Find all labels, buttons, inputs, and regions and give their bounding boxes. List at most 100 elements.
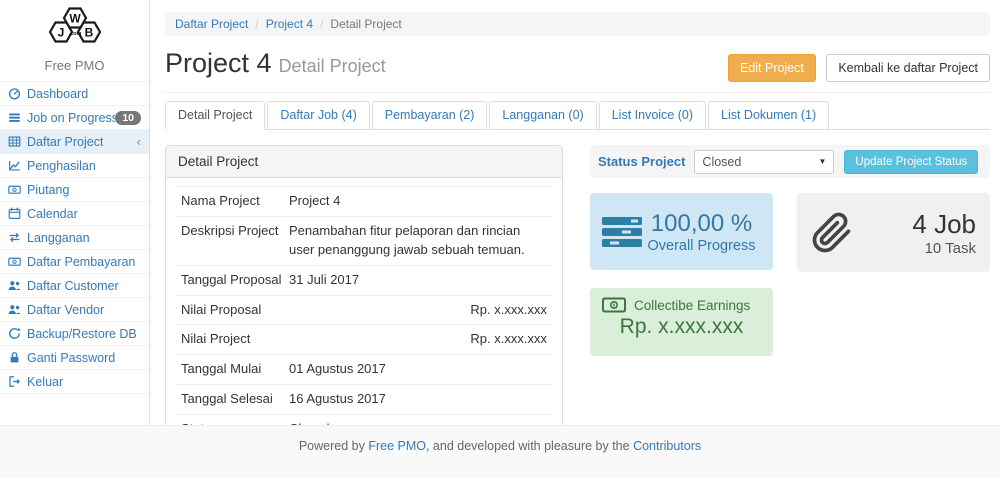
status-select-value: Closed — [702, 155, 741, 169]
breadcrumb-current: Detail Project — [330, 17, 401, 31]
caret-down-icon: ▼ — [819, 157, 827, 166]
sidebar-item-dashboard[interactable]: Dashboard — [0, 82, 149, 106]
app-window: J W B .com Free PMO Dashboard Job on Pro… — [0, 0, 1000, 478]
money-icon — [8, 183, 21, 196]
panel-title: Detail Project — [166, 146, 562, 178]
tab-list-dokumen[interactable]: List Dokumen (1) — [708, 101, 829, 129]
progress-value: 100,00 % — [642, 210, 761, 238]
tab-bar: Detail Project Daftar Job (4) Pembayaran… — [165, 101, 990, 130]
status-project-bar: Status Project Closed ▼ Update Project S… — [590, 145, 990, 178]
svg-text:B: B — [84, 26, 93, 40]
chevron-left-icon: ‹ — [137, 135, 141, 148]
earnings-label: Collectibe Earnings — [634, 298, 750, 313]
sidebar: J W B .com Free PMO Dashboard Job on Pro… — [0, 0, 150, 425]
page-subtitle: Detail Project — [279, 56, 386, 76]
table-row: Tanggal Proposal 31 Juli 2017 — [176, 266, 552, 296]
sidebar-item-label: Daftar Vendor — [27, 303, 104, 317]
breadcrumb-separator: / — [320, 17, 323, 31]
breadcrumb-link-daftar-project[interactable]: Daftar Project — [175, 17, 248, 31]
sidebar-item-piutang[interactable]: Piutang — [0, 178, 149, 202]
table-row: Tanggal Mulai 01 Agustus 2017 — [176, 355, 552, 385]
tasks-count: 10 Task — [853, 240, 976, 257]
users-icon — [8, 303, 21, 316]
sidebar-item-label: Penghasilan — [27, 159, 96, 173]
free-pmo-link[interactable]: Free PMO — [368, 439, 426, 453]
sidebar-item-label: Calendar — [27, 207, 78, 221]
sidebar-item-label: Ganti Password — [27, 351, 115, 365]
breadcrumb: Daftar Project / Project 4 / Detail Proj… — [165, 12, 990, 36]
jobs-count: 4 Job — [853, 209, 976, 240]
contributors-link[interactable]: Contributors — [633, 439, 701, 453]
update-project-status-button[interactable]: Update Project Status — [844, 150, 978, 174]
jwb-logo-icon: J W B .com — [36, 6, 114, 50]
footer-text: , and developed with pleasure by the — [426, 439, 633, 453]
progress-label: Overall Progress — [642, 238, 761, 254]
footer-text: Powered by — [299, 439, 368, 453]
table-row: Nilai Project Rp. x.xxx.xxx — [176, 325, 552, 355]
footer: Powered by Free PMO, and developed with … — [0, 425, 1000, 478]
brand-name: Free PMO — [0, 55, 149, 81]
table-row: Deskripsi Project Penambahan fitur pelap… — [176, 217, 552, 266]
svg-text:J: J — [57, 26, 64, 40]
calendar-icon — [8, 207, 21, 220]
users-icon — [8, 279, 21, 292]
back-to-project-list-button[interactable]: Kembali ke daftar Project — [826, 54, 990, 82]
svg-text:.com: .com — [68, 31, 81, 37]
page-header: Project 4 Detail Project Edit Project Kem… — [165, 36, 990, 93]
sidebar-item-label: Keluar — [27, 375, 63, 389]
lock-icon — [8, 351, 21, 364]
sidebar-item-backup-restore-db[interactable]: Backup/Restore DB — [0, 322, 149, 346]
sidebar-item-daftar-vendor[interactable]: Daftar Vendor — [0, 298, 149, 322]
sidebar-item-label: Daftar Project — [27, 135, 103, 149]
sidebar-item-daftar-project[interactable]: Daftar Project ‹ — [0, 130, 149, 154]
status-project-label: Status Project — [598, 154, 685, 169]
edit-project-button[interactable]: Edit Project — [728, 54, 816, 82]
tab-detail-project[interactable]: Detail Project — [165, 101, 265, 130]
sidebar-item-calendar[interactable]: Calendar — [0, 202, 149, 226]
tab-list-invoice[interactable]: List Invoice (0) — [599, 101, 706, 129]
collectible-earnings-widget: Collectibe Earnings Rp. x.xxx.xxx — [590, 288, 773, 356]
table-row: Tanggal Selesai 16 Agustus 2017 — [176, 385, 552, 415]
breadcrumb-link-project-4[interactable]: Project 4 — [266, 17, 313, 31]
exchange-icon — [8, 231, 21, 244]
sidebar-item-daftar-customer[interactable]: Daftar Customer — [0, 274, 149, 298]
sidebar-menu: Dashboard Job on Progress 10 Daftar Proj… — [0, 81, 149, 394]
table-row: Nilai Proposal Rp. x.xxx.xxx — [176, 296, 552, 326]
sidebar-item-label: Daftar Customer — [27, 279, 119, 293]
tab-langganan[interactable]: Langganan (0) — [489, 101, 596, 129]
sidebar-item-label: Daftar Pembayaran — [27, 255, 135, 269]
tab-daftar-job[interactable]: Daftar Job (4) — [267, 101, 369, 129]
main-content: Daftar Project / Project 4 / Detail Proj… — [151, 0, 1000, 425]
money-icon — [8, 255, 21, 268]
svg-text:W: W — [69, 12, 81, 26]
list-icon — [8, 111, 21, 124]
tasks-icon — [602, 217, 642, 247]
tab-pembayaran[interactable]: Pembayaran (2) — [372, 101, 488, 129]
sync-icon — [8, 327, 21, 340]
dashboard-icon — [8, 87, 21, 100]
brand-logo: J W B .com Free PMO — [0, 0, 149, 81]
sidebar-item-penghasilan[interactable]: Penghasilan — [0, 154, 149, 178]
paperclip-icon — [811, 212, 853, 254]
sidebar-item-daftar-pembayaran[interactable]: Daftar Pembayaran — [0, 250, 149, 274]
sidebar-item-langganan[interactable]: Langganan — [0, 226, 149, 250]
job-count-badge: 10 — [115, 111, 141, 125]
sidebar-item-label: Langganan — [27, 231, 90, 245]
table-icon — [8, 135, 21, 148]
sign-out-icon — [8, 375, 21, 388]
sidebar-item-job-on-progress[interactable]: Job on Progress 10 — [0, 106, 149, 130]
page-title: Project 4 — [165, 48, 272, 78]
chart-line-icon — [8, 159, 21, 172]
jobs-widget: 4 Job 10 Task — [797, 193, 990, 272]
sidebar-item-label: Piutang — [27, 183, 69, 197]
sidebar-item-label: Job on Progress — [27, 111, 115, 125]
overall-progress-widget: 100,00 % Overall Progress — [590, 193, 773, 270]
status-select[interactable]: Closed ▼ — [694, 150, 834, 174]
sidebar-item-label: Backup/Restore DB — [27, 327, 137, 341]
table-row: Nama Project Project 4 — [176, 186, 552, 217]
sidebar-item-ganti-password[interactable]: Ganti Password — [0, 346, 149, 370]
sidebar-item-keluar[interactable]: Keluar — [0, 370, 149, 394]
money-bill-icon — [602, 297, 626, 313]
breadcrumb-separator: / — [255, 17, 258, 31]
sidebar-item-label: Dashboard — [27, 87, 88, 101]
